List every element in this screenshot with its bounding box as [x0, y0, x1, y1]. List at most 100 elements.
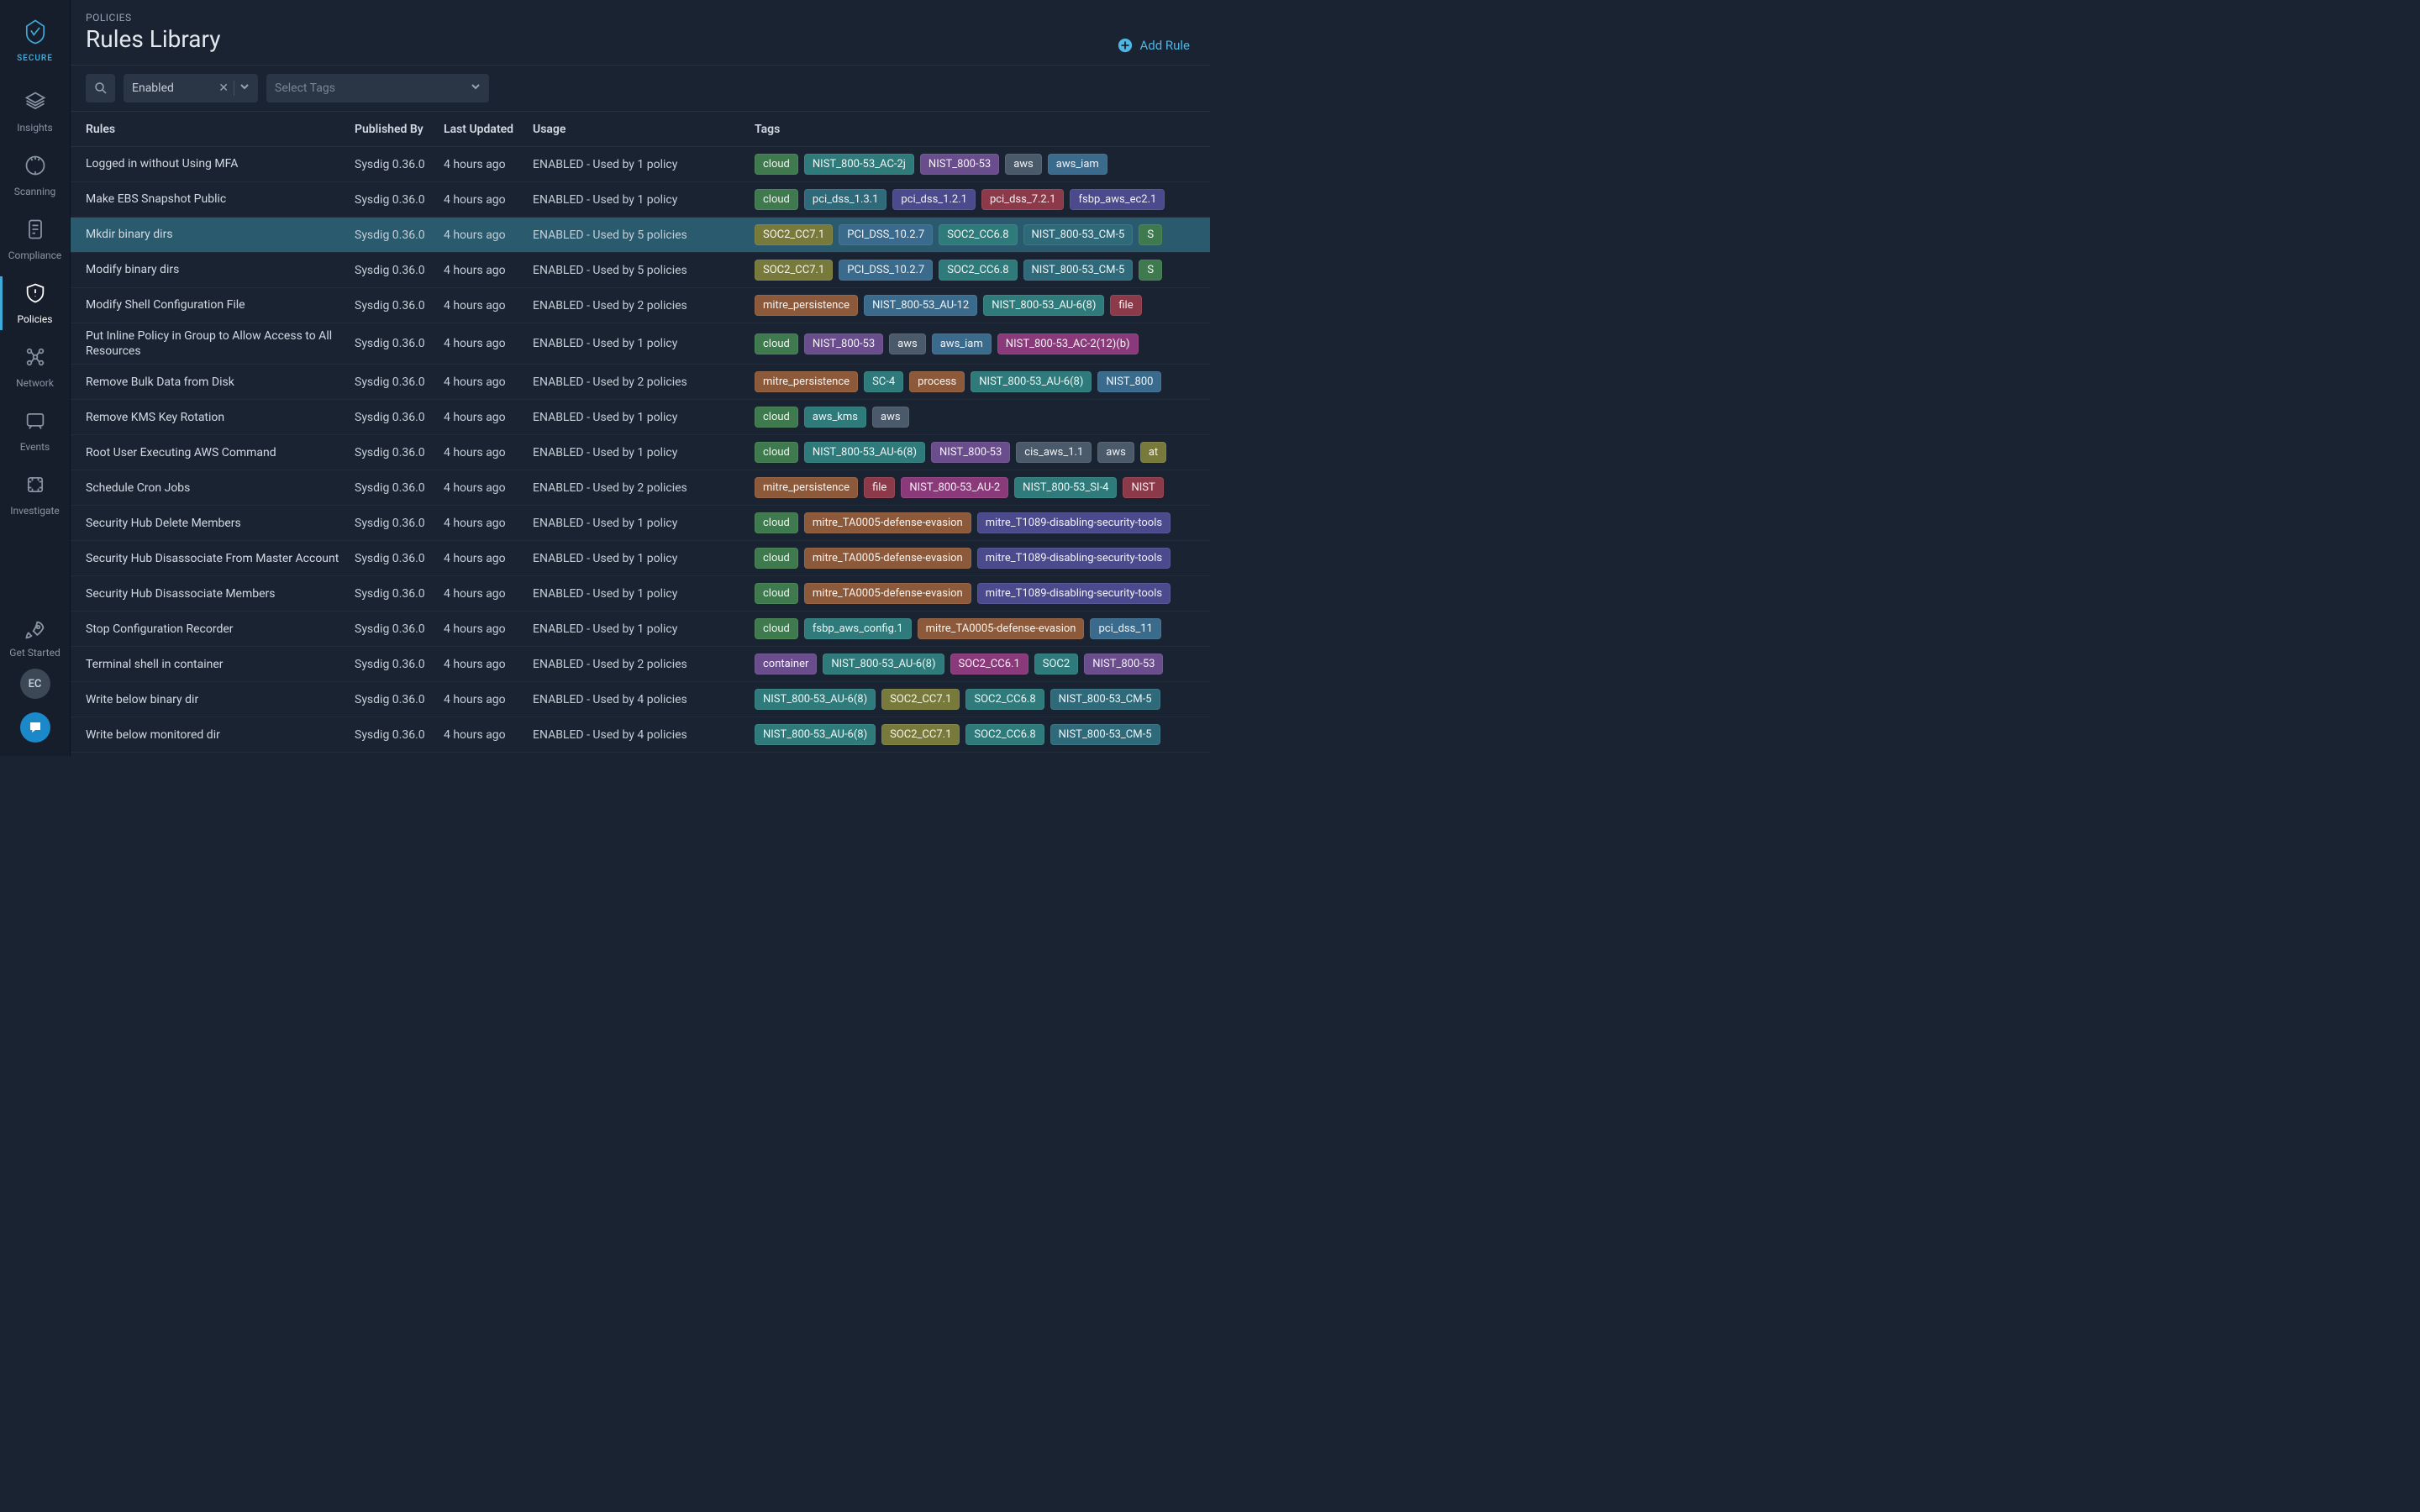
tag[interactable]: SOC2_CC7.1: [755, 224, 833, 245]
table-row[interactable]: Security Hub Delete Members Sysdig 0.36.…: [71, 506, 1210, 541]
filter-tags[interactable]: Select Tags: [266, 74, 489, 102]
tag[interactable]: NIST_800-53: [931, 442, 1010, 463]
table-row[interactable]: Mkdir binary dirs Sysdig 0.36.0 4 hours …: [71, 218, 1210, 253]
tag[interactable]: NIST_800-53_AU-6(8): [823, 654, 944, 675]
tag[interactable]: cloud: [755, 154, 798, 175]
table-body[interactable]: Logged in without Using MFA Sysdig 0.36.…: [71, 147, 1210, 756]
tag[interactable]: cis_aws_1.1: [1016, 442, 1092, 463]
tag[interactable]: aws: [1005, 154, 1042, 175]
tag[interactable]: aws: [872, 407, 909, 428]
table-row[interactable]: Schedule Cron Jobs Sysdig 0.36.0 4 hours…: [71, 470, 1210, 506]
tag[interactable]: NIST_800-53: [1084, 654, 1163, 675]
tag[interactable]: at: [1140, 442, 1166, 463]
search-button[interactable]: [86, 74, 115, 102]
nav-investigate[interactable]: Investigate: [0, 463, 71, 527]
table-row[interactable]: Modify Shell Configuration File Sysdig 0…: [71, 288, 1210, 323]
tag[interactable]: cloud: [755, 583, 798, 604]
table-row[interactable]: Make EBS Snapshot Public Sysdig 0.36.0 4…: [71, 182, 1210, 218]
tag[interactable]: SOC2_CC7.1: [881, 689, 960, 710]
tag[interactable]: cloud: [755, 189, 798, 210]
tag[interactable]: NIST_800-53_CM-5: [1023, 260, 1134, 281]
tag[interactable]: NIST_800-53_CM-5: [1023, 224, 1134, 245]
tag[interactable]: NIST_800-53_AU-12: [864, 295, 977, 316]
tag[interactable]: mitre_persistence: [755, 295, 858, 316]
tag[interactable]: NIST_800-53_AU-6(8): [755, 724, 876, 745]
nav-scanning[interactable]: Scanning: [0, 144, 71, 207]
tag[interactable]: fsbp_aws_config.1: [804, 618, 912, 639]
tag[interactable]: mitre_T1089-disabling-security-tools: [977, 583, 1171, 604]
table-row[interactable]: Remove KMS Key Rotation Sysdig 0.36.0 4 …: [71, 400, 1210, 435]
tag[interactable]: NIST_800-53: [920, 154, 999, 175]
tag[interactable]: cloud: [755, 442, 798, 463]
tag[interactable]: aws: [889, 333, 926, 354]
table-row[interactable]: Modify binary dirs Sysdig 0.36.0 4 hours…: [71, 253, 1210, 288]
tag[interactable]: SOC2_CC6.8: [965, 689, 1044, 710]
tag[interactable]: NIST_800-53_AU-6(8): [983, 295, 1104, 316]
tag[interactable]: mitre_TA0005-defense-evasion: [804, 548, 971, 569]
tag[interactable]: S: [1139, 260, 1162, 281]
tag[interactable]: NIST_800-53_CM-5: [1050, 724, 1160, 745]
get-started[interactable]: Get Started: [0, 608, 71, 669]
tag[interactable]: aws: [1097, 442, 1134, 463]
tag[interactable]: NIST_800-53_AU-2: [901, 477, 1008, 498]
table-row[interactable]: Logged in without Using MFA Sysdig 0.36.…: [71, 147, 1210, 182]
tag[interactable]: aws_iam: [932, 333, 992, 354]
tag[interactable]: file: [1110, 295, 1141, 316]
table-row[interactable]: Terminal shell in container Sysdig 0.36.…: [71, 647, 1210, 682]
tag[interactable]: SOC2_CC7.1: [881, 724, 960, 745]
tag[interactable]: NIST_800-53_AU-6(8): [971, 371, 1092, 392]
table-row[interactable]: Write below monitored dir Sysdig 0.36.0 …: [71, 717, 1210, 753]
chat-button[interactable]: [20, 712, 50, 743]
tag[interactable]: NIST_800-53: [804, 333, 883, 354]
tag[interactable]: process: [909, 371, 965, 392]
tag[interactable]: aws_iam: [1048, 154, 1107, 175]
add-rule-button[interactable]: Add Rule: [1118, 38, 1190, 53]
tag[interactable]: pci_dss_7.2.1: [981, 189, 1065, 210]
tag[interactable]: mitre_persistence: [755, 477, 858, 498]
table-row[interactable]: Stop Configuration Recorder Sysdig 0.36.…: [71, 612, 1210, 647]
table-row[interactable]: Put Inline Policy in Group to Allow Acce…: [71, 323, 1210, 365]
tag[interactable]: fsbp_aws_ec2.1: [1070, 189, 1165, 210]
nav-events[interactable]: Events: [0, 399, 71, 463]
tag[interactable]: cloud: [755, 407, 798, 428]
tag[interactable]: PCI_DSS_10.2.7: [839, 260, 933, 281]
tag[interactable]: pci_dss_1.2.1: [892, 189, 976, 210]
nav-network[interactable]: Network: [0, 335, 71, 399]
tag[interactable]: NIST_800-53_AU-6(8): [804, 442, 925, 463]
tag[interactable]: S: [1139, 224, 1162, 245]
tag[interactable]: mitre_TA0005-defense-evasion: [918, 618, 1085, 639]
tag[interactable]: pci_dss_11: [1090, 618, 1160, 639]
tag[interactable]: NIST_800-53_AC-2(12)(b): [997, 333, 1139, 354]
tag[interactable]: SOC2_CC6.8: [939, 224, 1017, 245]
tag[interactable]: NIST_800-53_CM-5: [1050, 689, 1160, 710]
tag[interactable]: aws_kms: [804, 407, 866, 428]
table-row[interactable]: Security Hub Disassociate From Master Ac…: [71, 541, 1210, 576]
tag[interactable]: SOC2: [1034, 654, 1078, 675]
tag[interactable]: mitre_T1089-disabling-security-tools: [977, 548, 1171, 569]
logo[interactable]: [17, 13, 54, 50]
tag[interactable]: file: [864, 477, 895, 498]
tag[interactable]: NIST_800-53_AU-6(8): [755, 689, 876, 710]
tag[interactable]: mitre_persistence: [755, 371, 858, 392]
table-row[interactable]: Write below binary dir Sysdig 0.36.0 4 h…: [71, 682, 1210, 717]
tag[interactable]: NIST: [1123, 477, 1163, 498]
tag[interactable]: SOC2_CC7.1: [755, 260, 833, 281]
nav-compliance[interactable]: Compliance: [0, 207, 71, 271]
tag[interactable]: SOC2_CC6.1: [950, 654, 1028, 675]
tag[interactable]: cloud: [755, 548, 798, 569]
tag[interactable]: PCI_DSS_10.2.7: [839, 224, 933, 245]
tag[interactable]: cloud: [755, 618, 798, 639]
tag[interactable]: mitre_TA0005-defense-evasion: [804, 583, 971, 604]
tag[interactable]: mitre_T1089-disabling-security-tools: [977, 512, 1171, 533]
tag[interactable]: mitre_TA0005-defense-evasion: [804, 512, 971, 533]
table-row[interactable]: Security Hub Disassociate Members Sysdig…: [71, 576, 1210, 612]
tag[interactable]: NIST_800-53_AC-2j: [804, 154, 914, 175]
tag[interactable]: cloud: [755, 512, 798, 533]
tag[interactable]: cloud: [755, 333, 798, 354]
tag[interactable]: SC-4: [864, 371, 903, 392]
tag[interactable]: SOC2_CC6.8: [939, 260, 1017, 281]
tag[interactable]: NIST_800-53_SI-4: [1014, 477, 1117, 498]
tag[interactable]: SOC2_CC6.8: [965, 724, 1044, 745]
clear-icon[interactable]: ✕: [218, 81, 229, 95]
table-row[interactable]: Root User Executing AWS Command Sysdig 0…: [71, 435, 1210, 470]
